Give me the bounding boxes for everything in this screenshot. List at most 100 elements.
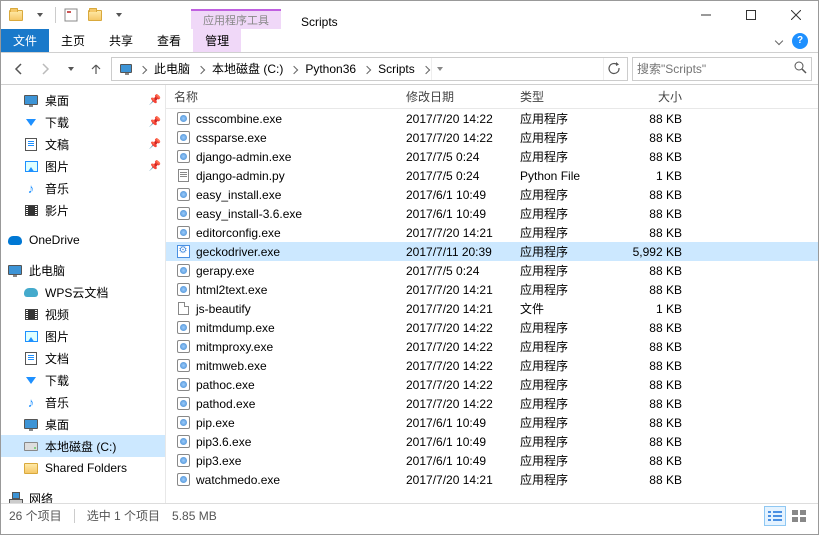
file-row[interactable]: pip3.exe2017/6/1 10:49应用程序88 KB xyxy=(166,451,818,470)
exe-icon xyxy=(174,187,192,203)
tab-share[interactable]: 共享 xyxy=(97,29,145,52)
sidebar-item[interactable]: ♪音乐 xyxy=(1,177,165,199)
file-row[interactable]: gerapy.exe2017/7/5 0:24应用程序88 KB xyxy=(166,261,818,280)
file-row[interactable]: csscombine.exe2017/7/20 14:22应用程序88 KB xyxy=(166,109,818,128)
file-size: 88 KB xyxy=(620,473,690,487)
sidebar-item[interactable]: 文稿📌 xyxy=(1,133,165,155)
search-input[interactable] xyxy=(637,62,794,76)
chevron-right-icon[interactable] xyxy=(421,62,431,76)
navigation-pane[interactable]: 桌面📌下载📌文稿📌图片📌♪音乐影片 OneDrive 此电脑 WPS云文档视频图… xyxy=(1,85,165,503)
file-type: 应用程序 xyxy=(520,281,620,298)
file-name: gerapy.exe xyxy=(196,264,254,278)
sidebar-item[interactable]: 下载📌 xyxy=(1,111,165,133)
file-row[interactable]: geckodriver.exe2017/7/11 20:39应用程序5,992 … xyxy=(166,242,818,261)
file-row[interactable]: easy_install.exe2017/6/1 10:49应用程序88 KB xyxy=(166,185,818,204)
col-type[interactable]: 类型 xyxy=(520,88,620,105)
py-icon xyxy=(174,168,192,184)
forward-button[interactable] xyxy=(33,57,57,81)
back-button[interactable] xyxy=(7,57,31,81)
status-bar: 26 个项目 选中 1 个项目 5.85 MB xyxy=(1,503,818,527)
sidebar-item[interactable]: 桌面 xyxy=(1,413,165,435)
app-icon[interactable] xyxy=(7,6,25,24)
chevron-right-icon[interactable] xyxy=(289,62,299,76)
exe-icon xyxy=(174,149,192,165)
exe-icon xyxy=(174,377,192,393)
breadcrumb-root-icon[interactable] xyxy=(114,62,138,75)
new-folder-icon[interactable] xyxy=(86,6,104,24)
qat-expand-icon[interactable] xyxy=(31,6,49,24)
qat-customize-icon[interactable] xyxy=(110,6,128,24)
pics-icon xyxy=(23,329,39,343)
chevron-right-icon[interactable] xyxy=(362,62,372,76)
sidebar-item[interactable]: 文档 xyxy=(1,347,165,369)
sidebar-item[interactable]: Shared Folders xyxy=(1,457,165,479)
sidebar-item[interactable]: 影片 xyxy=(1,199,165,221)
file-row[interactable]: watchmedo.exe2017/7/20 14:21应用程序88 KB xyxy=(166,470,818,489)
tab-home[interactable]: 主页 xyxy=(49,29,97,52)
file-row[interactable]: django-admin.py2017/7/5 0:24Python File1… xyxy=(166,166,818,185)
chevron-right-icon[interactable] xyxy=(196,62,206,76)
col-name[interactable]: 名称 xyxy=(174,88,406,105)
file-type: 应用程序 xyxy=(520,262,620,279)
file-row[interactable]: js-beautify2017/7/20 14:21文件1 KB xyxy=(166,299,818,318)
sidebar-item[interactable]: 本地磁盘 (C:) xyxy=(1,435,165,457)
file-row[interactable]: mitmproxy.exe2017/7/20 14:22应用程序88 KB xyxy=(166,337,818,356)
sidebar-item[interactable]: ♪音乐 xyxy=(1,391,165,413)
file-list[interactable]: csscombine.exe2017/7/20 14:22应用程序88 KBcs… xyxy=(166,109,818,503)
help-button[interactable]: ? xyxy=(792,33,808,49)
chevron-right-icon[interactable] xyxy=(138,62,148,76)
file-row[interactable]: pip.exe2017/6/1 10:49应用程序88 KB xyxy=(166,413,818,432)
refresh-button[interactable] xyxy=(603,58,625,80)
file-date: 2017/7/5 0:24 xyxy=(406,150,520,164)
sidebar-item[interactable]: 视频 xyxy=(1,303,165,325)
file-row[interactable]: editorconfig.exe2017/7/20 14:21应用程序88 KB xyxy=(166,223,818,242)
breadcrumb-segment[interactable]: 本地磁盘 (C:) xyxy=(206,58,289,79)
exe-icon xyxy=(174,396,192,412)
address-dropdown-button[interactable] xyxy=(431,58,449,80)
sidebar-item[interactable]: 桌面📌 xyxy=(1,89,165,111)
maximize-button[interactable] xyxy=(728,1,773,29)
file-size: 88 KB xyxy=(620,264,690,278)
sidebar-item[interactable]: 下载 xyxy=(1,369,165,391)
recent-locations-button[interactable] xyxy=(59,57,83,81)
tab-view[interactable]: 查看 xyxy=(145,29,193,52)
sidebar-item[interactable]: WPS云文档 xyxy=(1,281,165,303)
file-row[interactable]: django-admin.exe2017/7/5 0:24应用程序88 KB xyxy=(166,147,818,166)
file-date: 2017/6/1 10:49 xyxy=(406,188,520,202)
file-row[interactable]: html2text.exe2017/7/20 14:21应用程序88 KB xyxy=(166,280,818,299)
minimize-button[interactable] xyxy=(683,1,728,29)
file-row[interactable]: mitmdump.exe2017/7/20 14:22应用程序88 KB xyxy=(166,318,818,337)
exe-icon xyxy=(174,111,192,127)
search-icon[interactable] xyxy=(794,61,807,77)
large-icons-view-button[interactable] xyxy=(788,506,810,526)
close-button[interactable] xyxy=(773,1,818,29)
col-size[interactable]: 大小 xyxy=(620,88,690,105)
file-row[interactable]: pathoc.exe2017/7/20 14:22应用程序88 KB xyxy=(166,375,818,394)
file-type: 应用程序 xyxy=(520,148,620,165)
sidebar-item[interactable]: 图片📌 xyxy=(1,155,165,177)
tab-file[interactable]: 文件 xyxy=(1,29,49,52)
breadcrumb-segment[interactable]: Python36 xyxy=(299,60,362,78)
file-date: 2017/6/1 10:49 xyxy=(406,416,520,430)
breadcrumb-segment[interactable]: 此电脑 xyxy=(148,58,196,79)
file-view: 名称 修改日期 类型 大小 csscombine.exe2017/7/20 14… xyxy=(165,85,818,503)
file-row[interactable]: easy_install-3.6.exe2017/6/1 10:49应用程序88… xyxy=(166,204,818,223)
properties-icon[interactable] xyxy=(62,6,80,24)
file-row[interactable]: pip3.6.exe2017/6/1 10:49应用程序88 KB xyxy=(166,432,818,451)
search-box[interactable] xyxy=(632,57,812,81)
sidebar-item-label: WPS云文档 xyxy=(45,284,108,301)
sidebar-item[interactable]: 图片 xyxy=(1,325,165,347)
details-view-button[interactable] xyxy=(764,506,786,526)
file-row[interactable]: mitmweb.exe2017/7/20 14:22应用程序88 KB xyxy=(166,356,818,375)
expand-ribbon-icon[interactable] xyxy=(775,36,783,44)
sidebar-network[interactable]: 网络 xyxy=(1,487,165,503)
up-button[interactable] xyxy=(85,58,107,80)
col-date[interactable]: 修改日期 xyxy=(406,88,520,105)
sidebar-onedrive[interactable]: OneDrive xyxy=(1,229,165,251)
breadcrumb-segment[interactable]: Scripts xyxy=(372,60,421,78)
file-row[interactable]: pathod.exe2017/7/20 14:22应用程序88 KB xyxy=(166,394,818,413)
tab-manage[interactable]: 管理 xyxy=(193,29,241,52)
address-bar[interactable]: 此电脑本地磁盘 (C:) Python36 Scripts xyxy=(111,57,628,81)
sidebar-thispc[interactable]: 此电脑 xyxy=(1,259,165,281)
file-row[interactable]: cssparse.exe2017/7/20 14:22应用程序88 KB xyxy=(166,128,818,147)
